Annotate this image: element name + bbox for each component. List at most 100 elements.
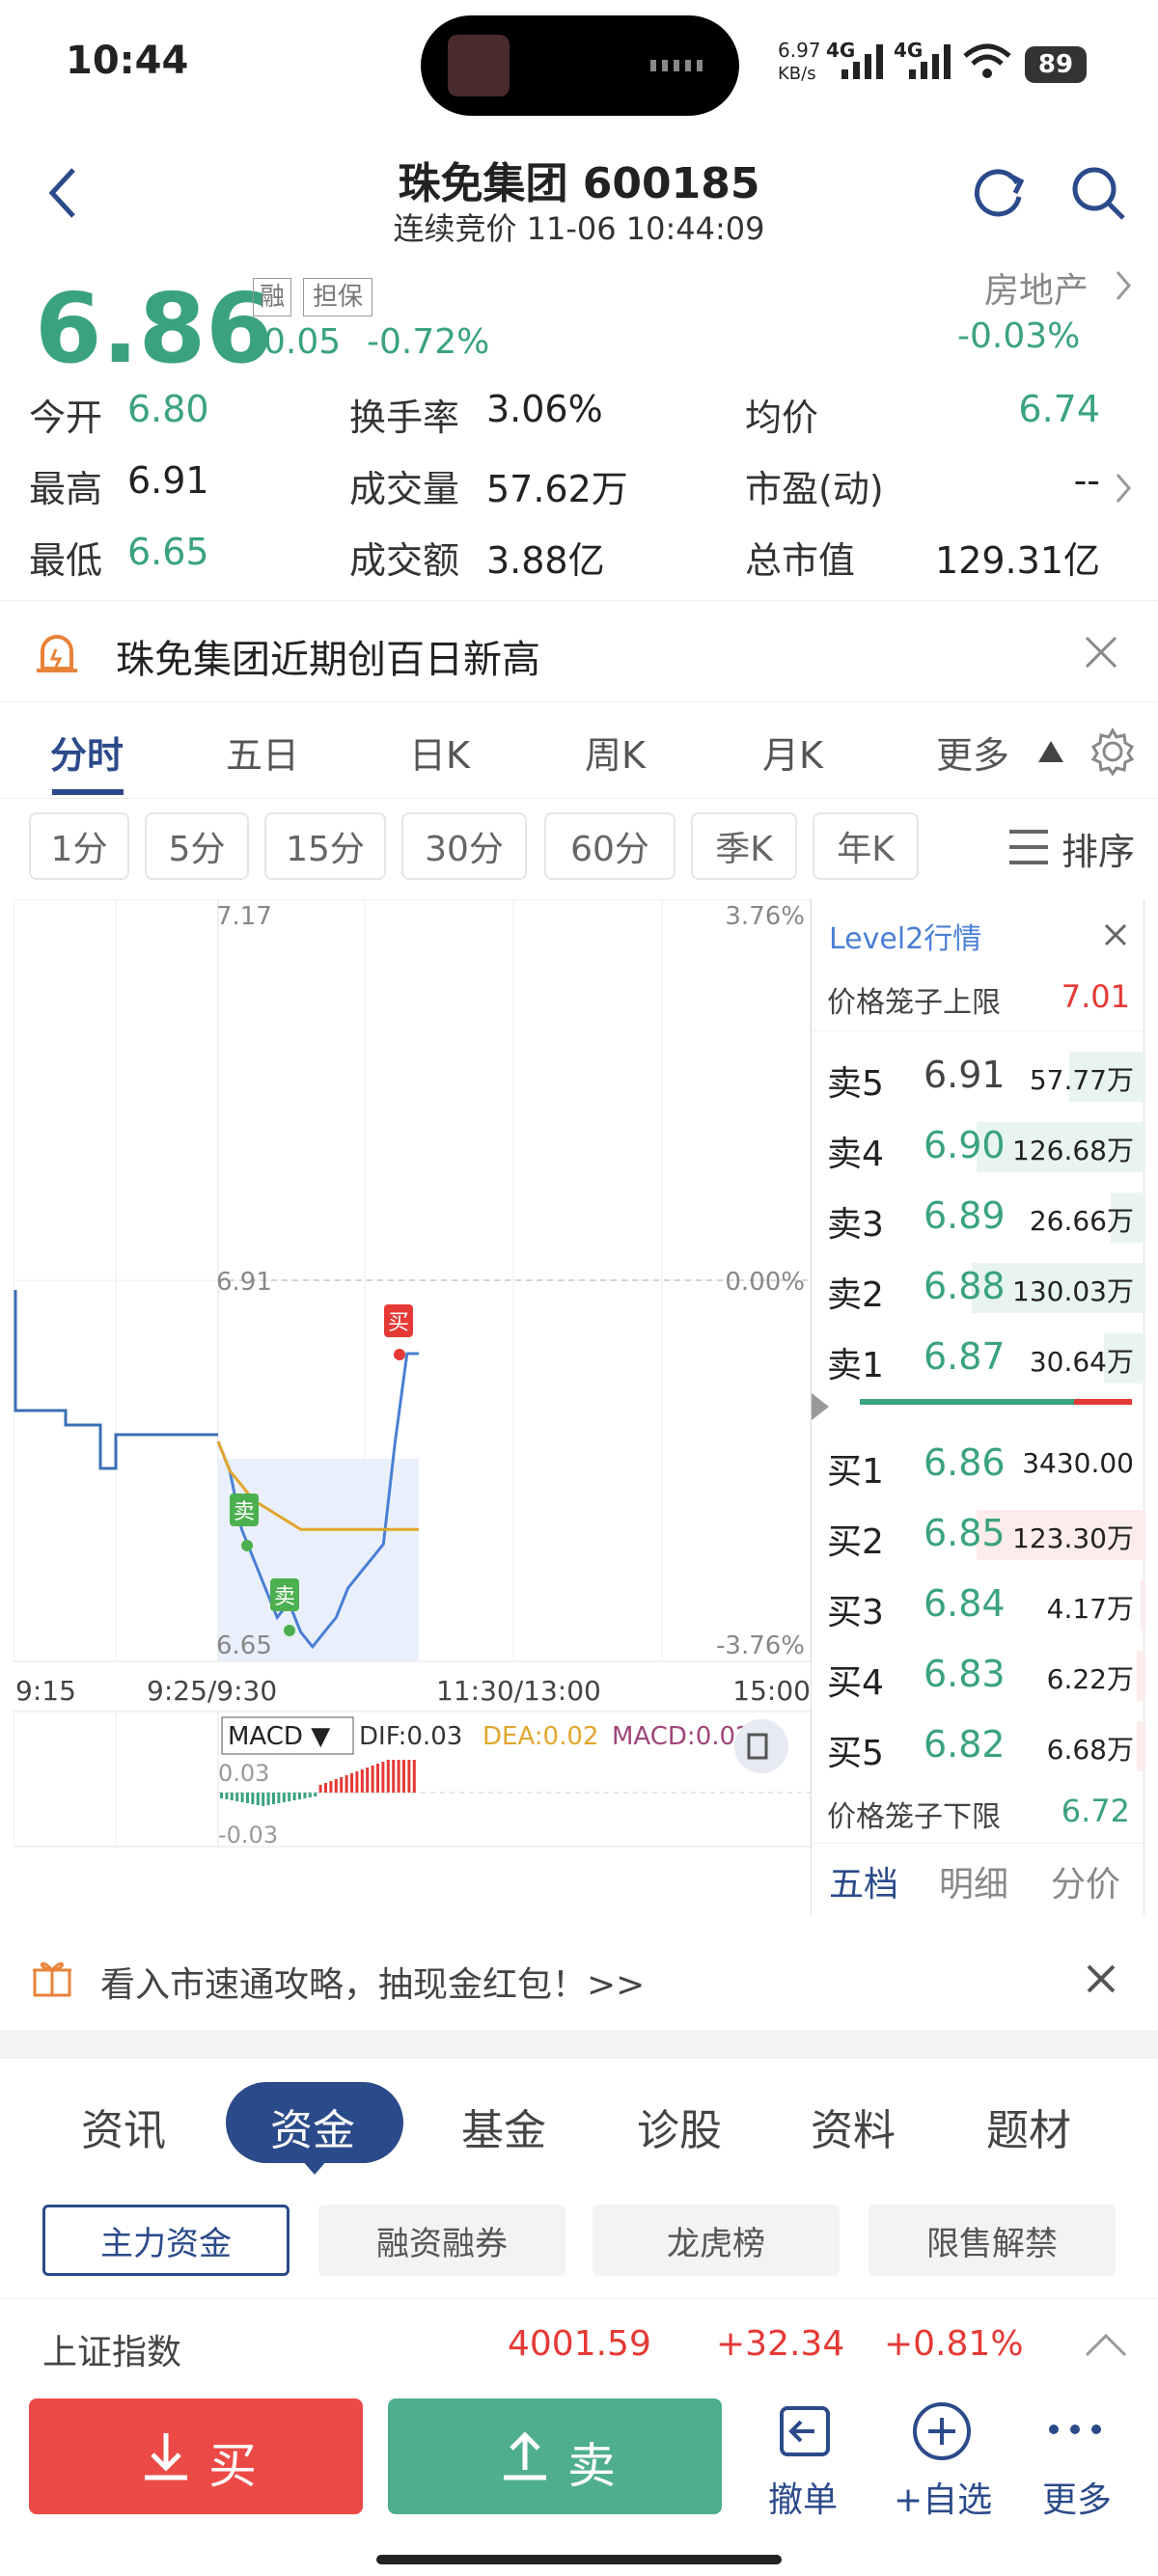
- tab-fund[interactable]: 基金: [461, 2096, 546, 2157]
- close-icon[interactable]: [1085, 1962, 1117, 1995]
- macd-bar: [366, 1768, 370, 1793]
- cancel-order-button[interactable]: 撤单: [762, 2398, 849, 2524]
- ask-level-row[interactable]: 卖4 6.90 126.68万: [812, 1112, 1145, 1182]
- price-change-pct: -0.72%: [367, 322, 490, 362]
- gear-icon[interactable]: [1089, 727, 1137, 776]
- chart-svg[interactable]: 7.17 3.76% 6.91 0.00% 6.65 -3.76% 买 卖 卖 …: [13, 898, 812, 1914]
- rotate-screen-button[interactable]: [734, 1719, 788, 1773]
- interval-quarter-k[interactable]: 季K: [691, 812, 797, 880]
- ask-level-row[interactable]: 卖3 6.89 26.66万: [812, 1183, 1145, 1252]
- tab-weekly-k[interactable]: 周K: [585, 726, 646, 779]
- tab-news[interactable]: 资讯: [81, 2096, 166, 2157]
- add-watchlist-button[interactable]: +自选: [888, 2398, 994, 2524]
- home-indicator: [376, 2555, 782, 2564]
- tab-five-day[interactable]: 五日: [226, 726, 299, 779]
- more-button[interactable]: 更多: [1031, 2398, 1127, 2524]
- field-label: 市盈(动): [745, 468, 884, 510]
- interval-30min[interactable]: 30分: [401, 812, 527, 880]
- ask-price: 6.90: [924, 1124, 1006, 1166]
- chart-mid-pct: 0.00%: [725, 1268, 805, 1297]
- tab-intraday[interactable]: 分时: [50, 726, 124, 779]
- tab-diagnose[interactable]: 诊股: [637, 2096, 722, 2157]
- menu-icon[interactable]: [1007, 828, 1050, 866]
- sector-name[interactable]: 房地产: [984, 262, 1089, 313]
- interval-60min[interactable]: 60分: [544, 812, 676, 880]
- bid-level-row[interactable]: 买2 6.85 123.30万: [812, 1500, 1145, 1570]
- sort-button[interactable]: 排序: [1062, 822, 1135, 875]
- macd-bar: [345, 1775, 348, 1793]
- chevron-up-icon[interactable]: [1085, 2332, 1127, 2357]
- field-value: 6.91: [127, 459, 209, 502]
- tab-theme[interactable]: 题材: [986, 2096, 1071, 2157]
- intraday-chart[interactable]: 7.17 3.76% 6.91 0.00% 6.65 -3.76% 买 卖 卖 …: [13, 898, 812, 1914]
- refresh-icon[interactable]: [971, 164, 1029, 222]
- bid-label: 买3: [827, 1593, 884, 1632]
- price-change: -0.05: [251, 322, 342, 362]
- tab-daily-k[interactable]: 日K: [409, 726, 470, 779]
- interval-5min[interactable]: 5分: [145, 812, 249, 880]
- bid-level-row[interactable]: 买5 6.82 6.68万: [812, 1712, 1145, 1781]
- lockup-expiry-button[interactable]: 限售解禁: [868, 2205, 1116, 2276]
- bid-level-row[interactable]: 买3 6.84 4.17万: [812, 1571, 1145, 1640]
- section-separator: [0, 2030, 1158, 2059]
- tab-more[interactable]: 更多: [936, 726, 1009, 779]
- ask-label: 卖3: [827, 1205, 884, 1245]
- tab-funds[interactable]: 资金: [270, 2096, 355, 2157]
- main-funds-button[interactable]: 主力资金: [42, 2205, 290, 2276]
- promo-banner[interactable]: 看入市速通攻略，抽现金红包！>>: [0, 1930, 1158, 2026]
- dynamic-island: [421, 15, 739, 116]
- macd-select-label[interactable]: MACD ▼: [228, 1722, 330, 1751]
- close-icon[interactable]: [1083, 634, 1119, 671]
- index-ticker[interactable]: 上证指数 4001.59 +32.34 +0.81%: [0, 2298, 1158, 2391]
- macd-bar: [376, 1764, 379, 1793]
- margin-trading-button[interactable]: 融资融券: [318, 2205, 565, 2276]
- ask-volume: 26.66万: [1029, 1205, 1134, 1237]
- tab-five-level[interactable]: 五档: [829, 1856, 898, 1906]
- bid-level-row[interactable]: 买1 6.86 3430.00: [812, 1430, 1145, 1499]
- signal-icon-2: [909, 44, 951, 79]
- interval-year-k[interactable]: 年K: [813, 812, 919, 880]
- ask-price: 6.88: [924, 1265, 1006, 1307]
- search-icon[interactable]: [1069, 164, 1127, 222]
- triangle-up-icon[interactable]: [1036, 737, 1065, 766]
- tab-detail[interactable]: 明细: [939, 1856, 1008, 1906]
- ask-level-row[interactable]: 卖5 6.91 57.77万: [812, 1042, 1145, 1111]
- interval-1min[interactable]: 1分: [29, 812, 129, 880]
- net-speed: 6.97: [778, 39, 821, 62]
- sell-label: 卖: [567, 2438, 616, 2494]
- chevron-right-icon[interactable]: [1112, 268, 1135, 303]
- ask-label: 卖2: [827, 1275, 884, 1315]
- banner-text: 珠免集团近期创百日新高: [116, 638, 540, 682]
- macd-bar: [277, 1793, 281, 1803]
- watchlist-label: +自选: [894, 2480, 993, 2520]
- news-banner[interactable]: 珠免集团近期创百日新高: [0, 600, 1158, 702]
- macd-bar: [282, 1793, 286, 1802]
- dragon-tiger-button[interactable]: 龙虎榜: [593, 2205, 840, 2276]
- bid-level-row[interactable]: 买4 6.83 6.22万: [812, 1641, 1145, 1711]
- bid-volume: 3430.00: [1022, 1447, 1134, 1479]
- tab-price-dist[interactable]: 分价: [1051, 1856, 1120, 1906]
- buy-button[interactable]: 买: [29, 2398, 363, 2514]
- close-icon[interactable]: [1103, 922, 1128, 947]
- time-label: 11:30/13:00: [436, 1675, 601, 1707]
- tab-pointer: [301, 2159, 328, 2175]
- macd-bar: [220, 1793, 223, 1798]
- status-bar: 10:44 6.97 KB/s 4G 4G 89: [0, 0, 1158, 145]
- macd-bar: [402, 1760, 405, 1793]
- chevron-right-icon[interactable]: [1112, 471, 1135, 506]
- sell-marker-label: 卖: [234, 1500, 255, 1524]
- ask-level-row[interactable]: 卖1 6.87 30.64万: [812, 1324, 1145, 1393]
- ask-level-row[interactable]: 卖2 6.88 130.03万: [812, 1253, 1145, 1323]
- index-value: 4001.59: [508, 2324, 651, 2364]
- sell-button[interactable]: 卖: [388, 2398, 722, 2514]
- tab-profile[interactable]: 资料: [811, 2096, 896, 2157]
- order-book: Level2行情 价格笼子上限 7.01 卖5 6.91 57.77万 卖4 6.90 1…: [811, 899, 1145, 1914]
- chart-top-pct: 3.76%: [725, 902, 805, 931]
- bid-label: 买1: [827, 1452, 884, 1492]
- macd-bar: [324, 1783, 327, 1793]
- macd-bar: [386, 1760, 390, 1793]
- collateral-badge: 担保: [303, 278, 372, 316]
- sector-change: -0.03%: [957, 316, 1081, 356]
- tab-monthly-k[interactable]: 月K: [762, 726, 823, 779]
- interval-15min[interactable]: 15分: [264, 812, 386, 880]
